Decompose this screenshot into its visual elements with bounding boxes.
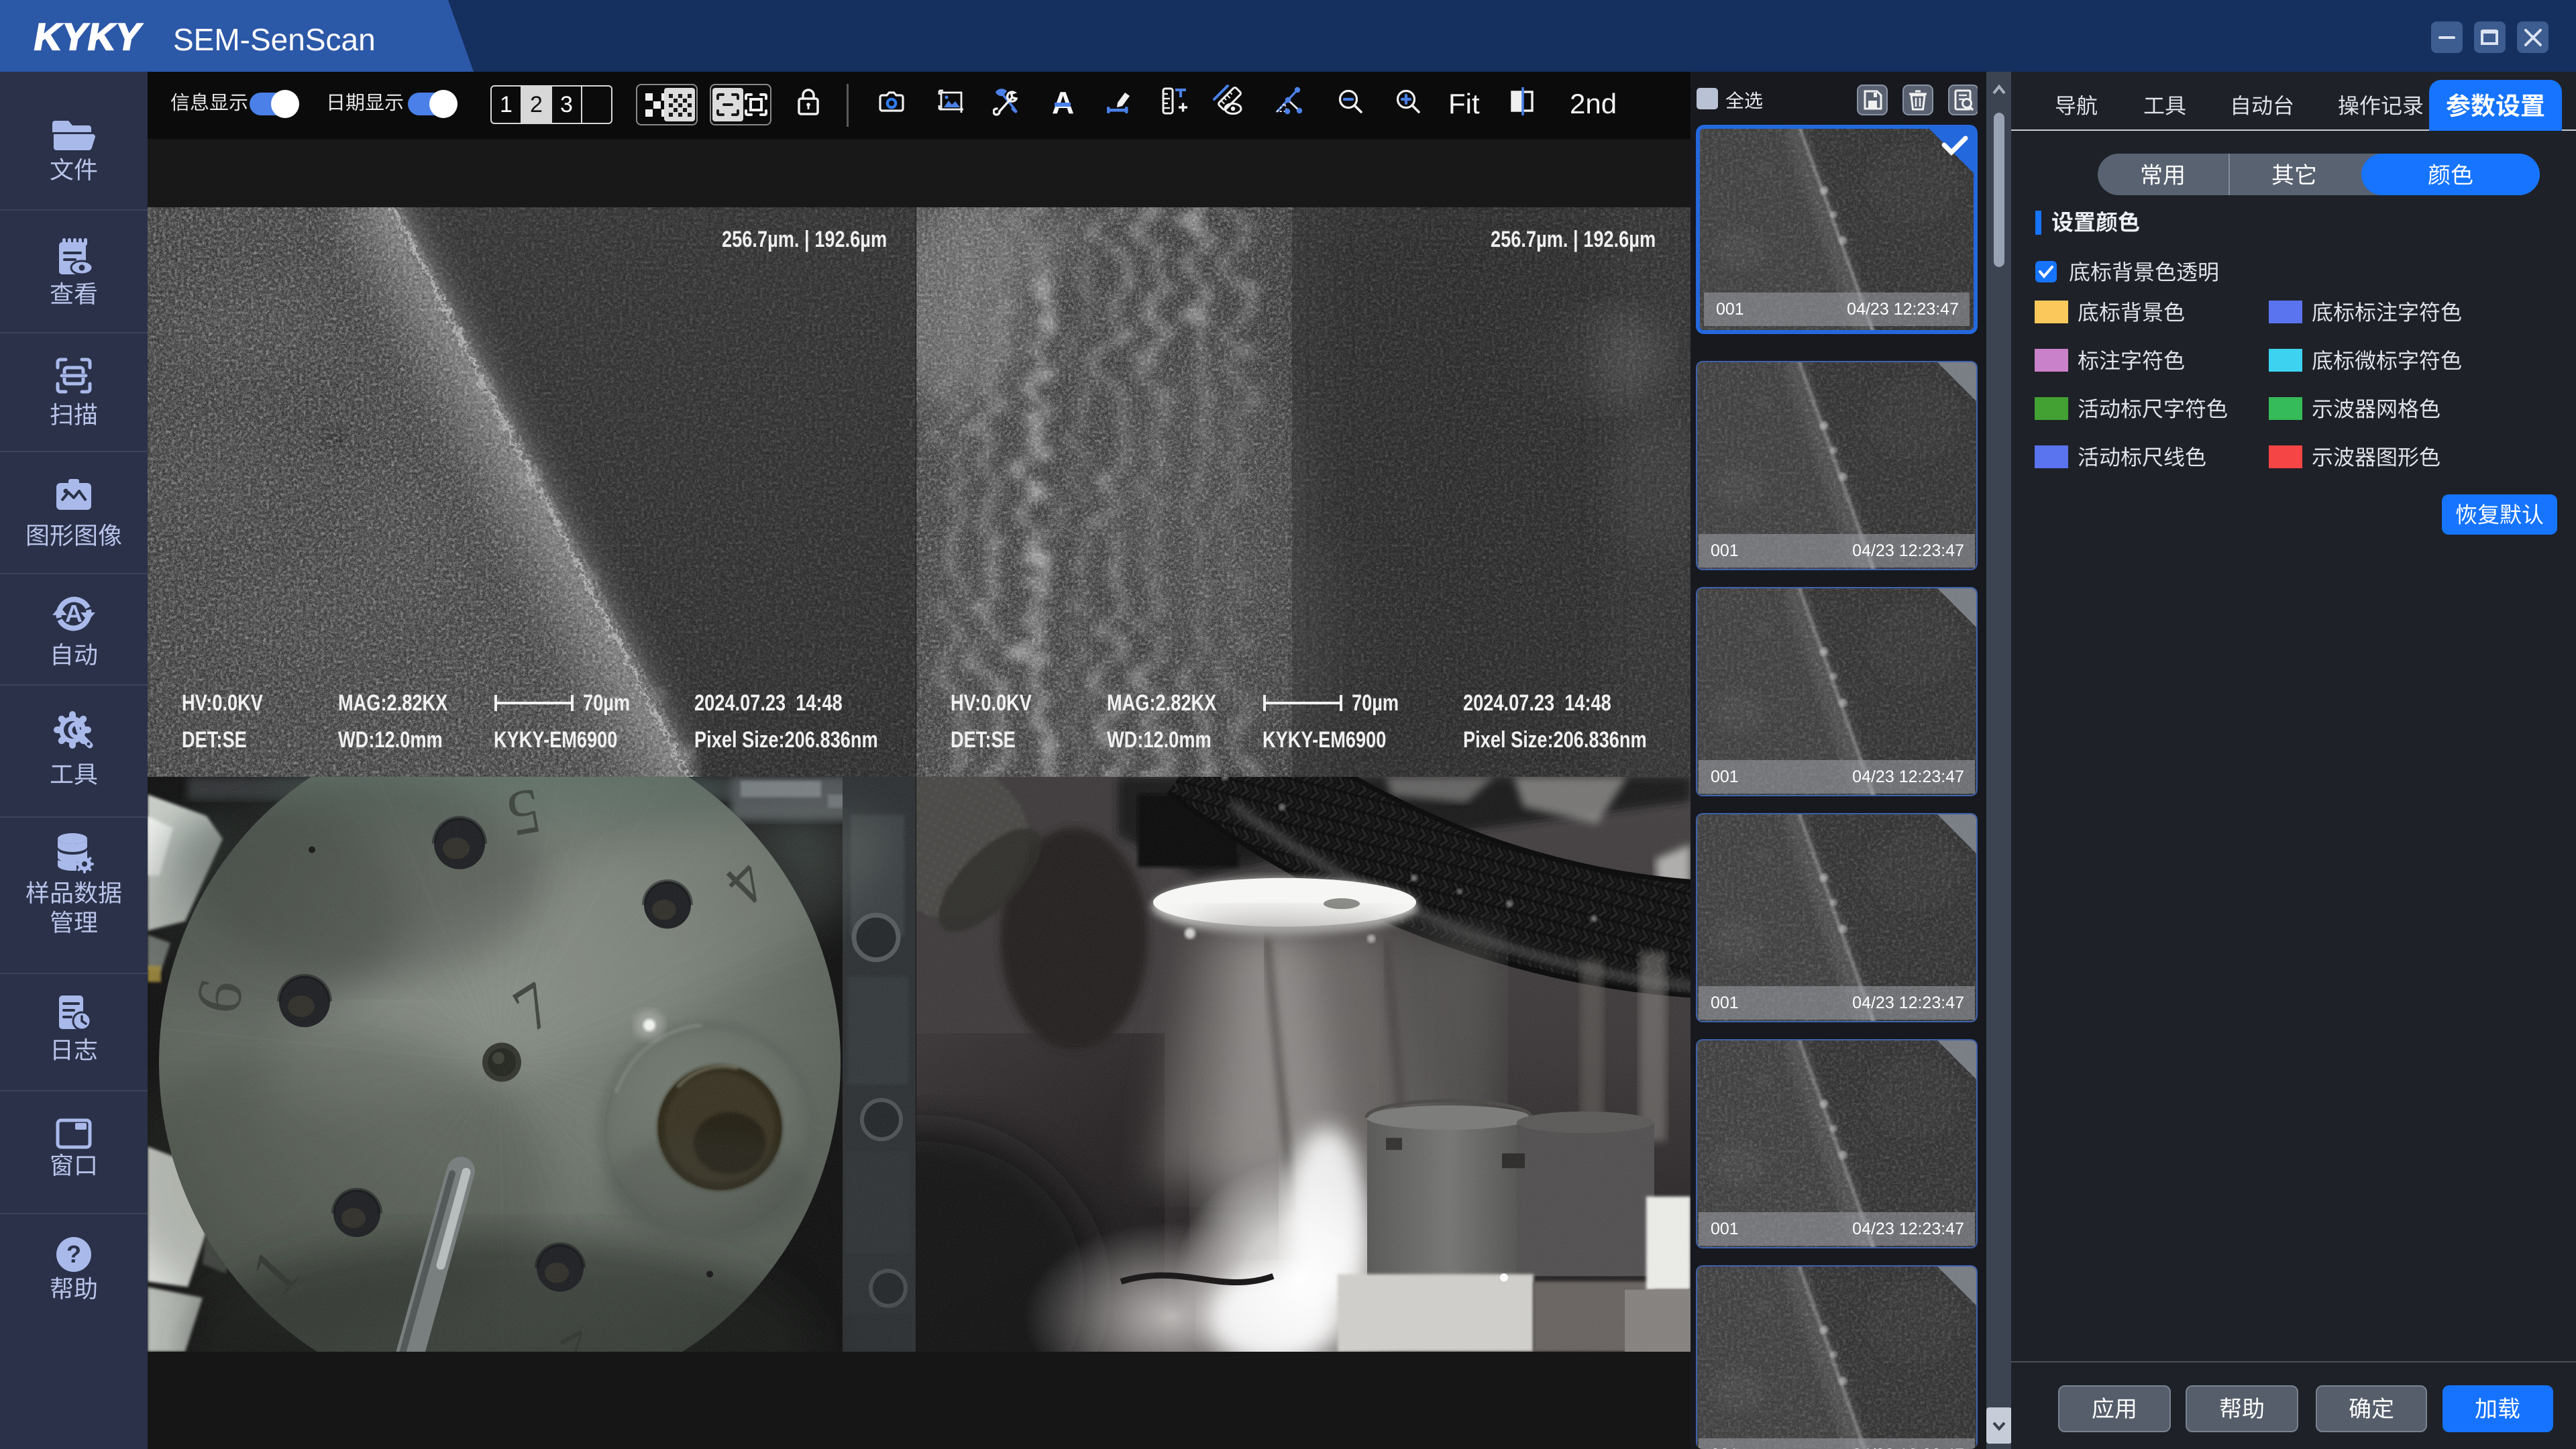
svg-text:?: ? bbox=[66, 1240, 81, 1268]
svg-text:A: A bbox=[65, 600, 83, 627]
